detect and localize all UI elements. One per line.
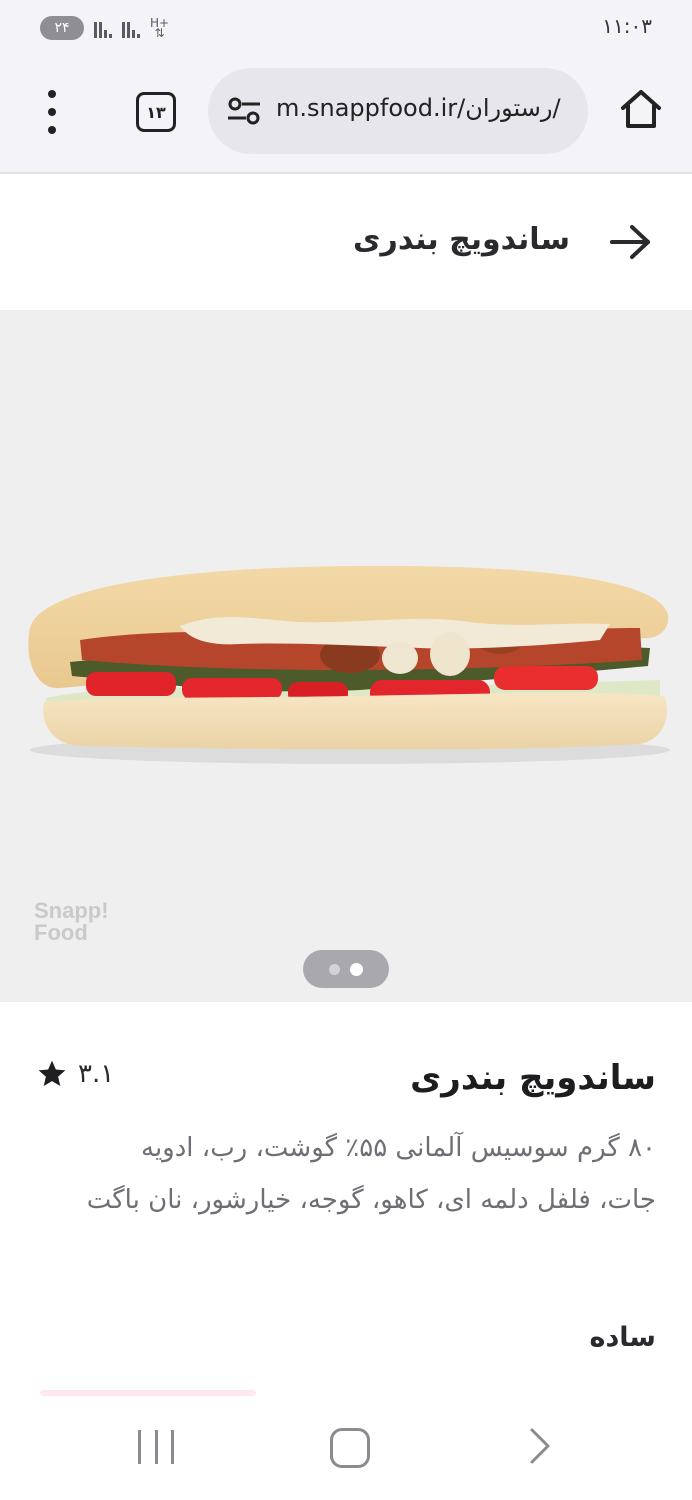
- product-image-carousel[interactable]: Snapp! Food: [0, 310, 692, 1002]
- signal-icon-2: [122, 18, 140, 38]
- more-vert-icon[interactable]: [36, 90, 68, 134]
- tune-icon[interactable]: [226, 96, 262, 126]
- status-bar: ۲۴ H+ ⇅ ۱۱:۰۳: [0, 0, 692, 56]
- url-text[interactable]: m.snappfood.ir/رستوران/: [276, 94, 576, 128]
- nav-home-icon[interactable]: [330, 1428, 370, 1468]
- url-domain: m.snappfood.ir/: [276, 94, 466, 122]
- recents-icon[interactable]: [138, 1430, 174, 1464]
- nav-back-icon[interactable]: [526, 1426, 554, 1466]
- home-icon[interactable]: [618, 86, 664, 132]
- product-description: ۸۰ گرم سوسیس آلمانی ۵۵٪ گوشت، رب، ادویه …: [86, 1133, 656, 1215]
- page-header: ساندویچ بندری: [0, 174, 692, 310]
- page-title: ساندویچ بندری: [353, 222, 570, 257]
- watermark-line2: Food: [34, 920, 88, 945]
- status-indicators: ۲۴ H+ ⇅: [40, 16, 169, 40]
- url-path: رستوران/: [465, 94, 561, 122]
- watermark: Snapp! Food: [34, 900, 109, 944]
- rating-value: ۳.۱: [78, 1059, 115, 1089]
- battery-badge: ۲۴: [40, 16, 84, 40]
- status-time: ۱۱:۰۳: [602, 14, 652, 38]
- watermark-line1: Snapp!: [34, 898, 109, 923]
- signal-icon: [94, 18, 112, 38]
- carousel-dot-active[interactable]: [350, 962, 363, 976]
- tabs-button[interactable]: ۱۳: [136, 92, 176, 132]
- arrow-right-icon[interactable]: [606, 220, 654, 264]
- product-rating: ۳.۱: [36, 1058, 114, 1090]
- address-bar[interactable]: m.snappfood.ir/رستوران/: [208, 68, 588, 154]
- browser-toolbar: ۱۳ m.snappfood.ir/رستوران/: [0, 56, 692, 174]
- carousel-indicator[interactable]: [303, 950, 389, 988]
- variant-label: ساده: [589, 1322, 657, 1353]
- product-name: ساندویچ بندری: [410, 1058, 656, 1098]
- system-nav-bar: [0, 1396, 692, 1500]
- carousel-dot[interactable]: [329, 963, 340, 975]
- network-type-icon: H+ ⇅: [150, 16, 170, 40]
- star-icon: [38, 1060, 66, 1086]
